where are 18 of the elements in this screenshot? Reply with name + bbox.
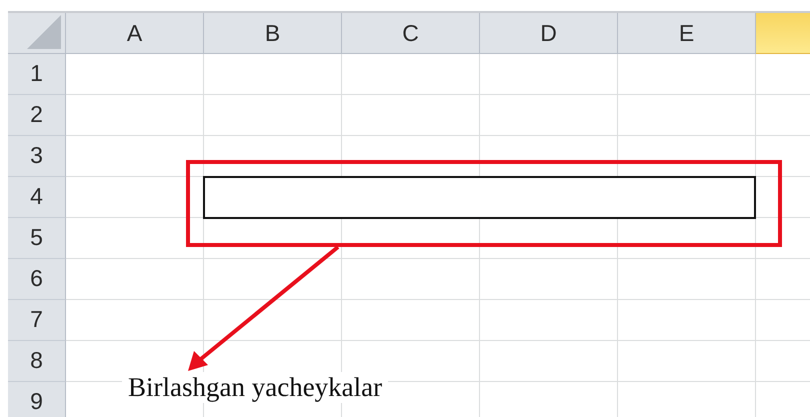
annotation-label: Birlashgan yacheykalar (122, 372, 388, 403)
row-header[interactable]: 5 (8, 218, 66, 259)
merged-cell[interactable] (203, 176, 756, 219)
row-header[interactable]: 3 (8, 136, 66, 177)
column-header[interactable]: D (480, 13, 618, 54)
row-header[interactable]: 9 (8, 382, 66, 417)
select-all-button[interactable] (8, 13, 66, 54)
row-header[interactable]: 1 (8, 54, 66, 95)
row-header[interactable]: 8 (8, 341, 66, 382)
column-header[interactable]: C (342, 13, 480, 54)
row-header[interactable]: 7 (8, 300, 66, 341)
row-header[interactable]: 2 (8, 95, 66, 136)
row-header[interactable]: 6 (8, 259, 66, 300)
column-header[interactable]: A (66, 13, 204, 54)
column-header[interactable]: E (618, 13, 756, 54)
row-header[interactable]: 4 (8, 177, 66, 218)
column-header[interactable] (756, 13, 810, 54)
column-header[interactable]: B (204, 13, 342, 54)
